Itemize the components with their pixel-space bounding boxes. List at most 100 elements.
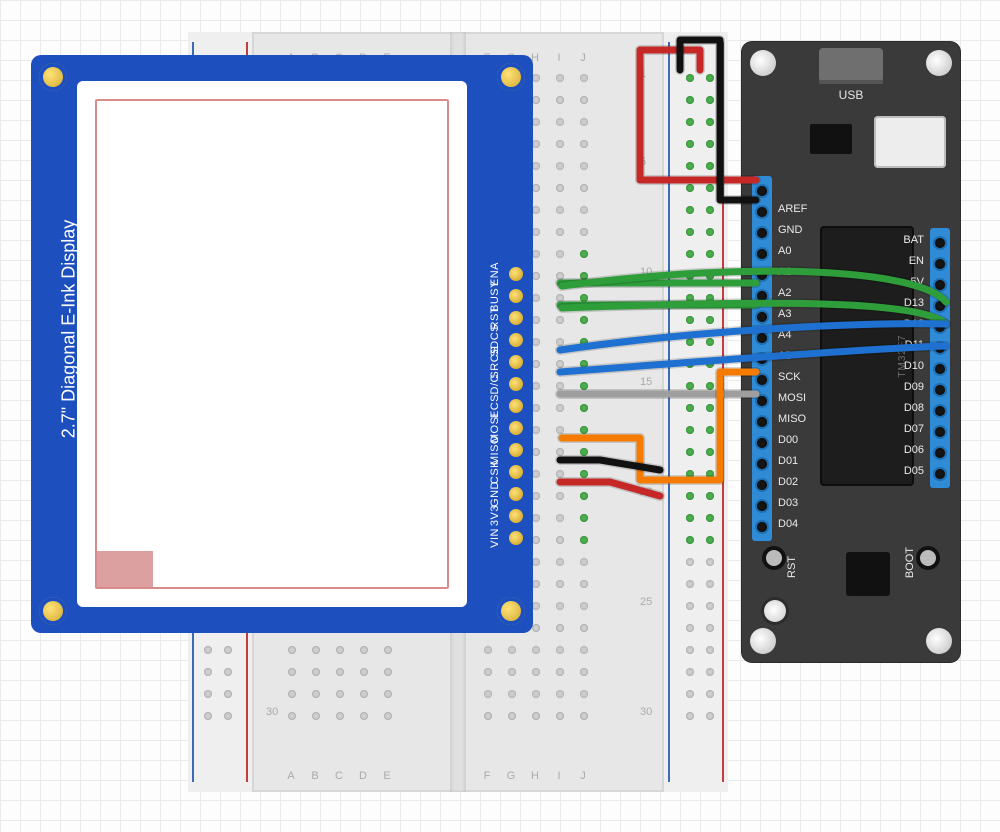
mcu-pin-hole (757, 270, 767, 280)
breadboard-hole (556, 360, 564, 368)
breadboard-hole (556, 448, 564, 456)
breadboard-hole (312, 646, 320, 654)
mcu-pin-label-d00: D00 (778, 434, 798, 446)
eink-pin-vin: VIN (489, 527, 523, 549)
breadboard-hole (706, 646, 714, 654)
mounting-hole-icon (750, 50, 776, 76)
mcu-pin-label-d11: D11 (905, 339, 924, 351)
mcu-pin-hole (935, 427, 945, 437)
breadboard-hole (508, 690, 516, 698)
breadboard-hole (384, 646, 392, 654)
breadboard-hole (556, 536, 564, 544)
breadboard-hole-connected (686, 118, 694, 126)
pin-pad-icon (509, 443, 523, 457)
reset-button[interactable] (766, 550, 782, 566)
breadboard-hole (580, 690, 588, 698)
breadboard-hole-connected (706, 294, 714, 302)
breadboard-hole (556, 492, 564, 500)
breadboard-hole (686, 580, 694, 588)
mcu-pin-label-a2: A2 (778, 287, 791, 299)
breadboard-hole (384, 712, 392, 720)
breadboard-hole (336, 668, 344, 676)
mcu-pin-hole (935, 322, 945, 332)
pin-pad-icon (509, 487, 523, 501)
breadboard-hole-connected (580, 470, 588, 478)
wiring-diagram: // placeholder — real DOM built after da… (0, 0, 1000, 832)
breadboard-hole (686, 690, 694, 698)
breadboard-hole (508, 712, 516, 720)
breadboard-hole (288, 690, 296, 698)
breadboard-hole-connected (686, 514, 694, 522)
breadboard-hole-connected (580, 294, 588, 302)
pin-pad-icon (509, 465, 523, 479)
mcu-chip: TM32F7 (820, 226, 914, 486)
breadboard-col-label: H (528, 770, 542, 782)
breadboard-col-label: E (380, 770, 394, 782)
breadboard-hole (532, 492, 540, 500)
breadboard-hole-connected (706, 382, 714, 390)
breadboard-hole (580, 74, 588, 82)
breadboard-hole (556, 470, 564, 478)
breadboard-col-label: B (308, 770, 322, 782)
breadboard-hole (532, 96, 540, 104)
breadboard-col-label: C (332, 770, 346, 782)
breadboard-hole (556, 338, 564, 346)
mcu-pin-label-d07: D07 (904, 423, 924, 435)
breadboard-hole (580, 668, 588, 676)
breadboard-hole-connected (706, 426, 714, 434)
breadboard-hole (556, 514, 564, 522)
eink-pin-miso: MISO (489, 439, 523, 461)
breadboard-hole (686, 558, 694, 566)
breadboard-hole (532, 360, 540, 368)
breadboard-hole (580, 558, 588, 566)
breadboard-hole-connected (706, 118, 714, 126)
breadboard-hole (580, 96, 588, 104)
breadboard-hole (532, 624, 540, 632)
eink-pin-srcs: SRCS (489, 351, 523, 373)
eink-title-text: 2.7" Diagonal E-Ink Display (59, 220, 79, 439)
breadboard-hole (556, 294, 564, 302)
breadboard-hole-connected (580, 272, 588, 280)
breadboard-hole (224, 646, 232, 654)
mcu-pin-hole (757, 396, 767, 406)
breadboard-hole (556, 228, 564, 236)
breadboard-hole (532, 426, 540, 434)
breadboard-hole-connected (706, 206, 714, 214)
mcu-pin-hole (935, 343, 945, 353)
breadboard-hole (556, 580, 564, 588)
breadboard-hole-connected (580, 360, 588, 368)
boot-button[interactable] (920, 550, 936, 566)
breadboard-hole (580, 602, 588, 610)
mcu-pin-hole (757, 480, 767, 490)
breadboard-hole (532, 712, 540, 720)
ufl-antenna-icon (764, 600, 786, 622)
breadboard-hole-connected (706, 536, 714, 544)
breadboard-hole (532, 602, 540, 610)
breadboard-hole-connected (580, 382, 588, 390)
breadboard-hole (556, 624, 564, 632)
breadboard-hole (532, 470, 540, 478)
breadboard-hole (532, 162, 540, 170)
breadboard-hole (384, 690, 392, 698)
breadboard-hole (556, 646, 564, 654)
pin-pad-icon (509, 377, 523, 391)
breadboard-hole (556, 426, 564, 434)
breadboard-hole (532, 294, 540, 302)
breadboard-col-label: J (576, 770, 590, 782)
breadboard-hole (532, 272, 540, 280)
mcu-pin-label-a0: A0 (778, 245, 791, 257)
breadboard-hole (706, 558, 714, 566)
mcu-pin-hole (935, 448, 945, 458)
breadboard-hole (288, 712, 296, 720)
breadboard-hole (312, 668, 320, 676)
mcu-pin-label-mosi: MOSI (778, 392, 806, 404)
pin-label: GND (489, 481, 501, 507)
usb-port-icon (819, 48, 883, 84)
boot-label: BOOT (904, 547, 916, 578)
breadboard-hole-connected (706, 272, 714, 280)
breadboard-hole-connected (686, 74, 694, 82)
mcu-pin-hole (757, 522, 767, 532)
breadboard-hole-connected (686, 448, 694, 456)
breadboard-hole (706, 602, 714, 610)
breadboard-hole (556, 558, 564, 566)
